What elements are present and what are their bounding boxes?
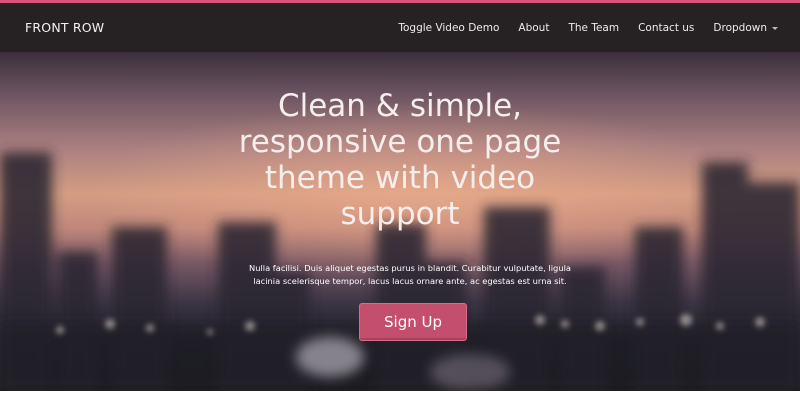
- brand-logo[interactable]: FRONT ROW: [25, 20, 104, 35]
- hero-section: Clean & simple, responsive one page them…: [0, 52, 800, 391]
- page-bottom-edge: [0, 391, 800, 400]
- nav-item-the-team[interactable]: The Team: [568, 22, 619, 34]
- nav-item-about[interactable]: About: [518, 22, 549, 34]
- hero-title-line: responsive one page: [238, 124, 562, 160]
- nav-links: Toggle Video Demo About The Team Contact…: [379, 22, 778, 34]
- nav-item-toggle-video-demo[interactable]: Toggle Video Demo: [398, 22, 499, 34]
- hero-title-line: theme with video: [264, 160, 536, 196]
- caret-down-icon: [772, 26, 778, 30]
- nav-item-dropdown-label: Dropdown: [713, 21, 767, 34]
- hero-description: Nulla facilisi. Duis aliquet egestas pur…: [225, 262, 595, 287]
- sign-up-button[interactable]: Sign Up: [359, 303, 467, 341]
- hero-title: Clean & simple, responsive one page them…: [150, 88, 650, 232]
- hero-description-line: Nulla facilisi. Duis aliquet egestas pur…: [249, 263, 571, 273]
- page: FRONT ROW Toggle Video Demo About The Te…: [0, 0, 800, 400]
- hero-title-line: support: [340, 196, 460, 232]
- nav-item-dropdown[interactable]: Dropdown: [713, 22, 778, 34]
- navbar: FRONT ROW Toggle Video Demo About The Te…: [0, 3, 800, 52]
- nav-item-contact-us[interactable]: Contact us: [638, 22, 694, 34]
- hero-description-line: lacinia scelerisque tempor, lacus lacus …: [253, 275, 567, 286]
- hero-title-line: Clean & simple,: [277, 88, 523, 124]
